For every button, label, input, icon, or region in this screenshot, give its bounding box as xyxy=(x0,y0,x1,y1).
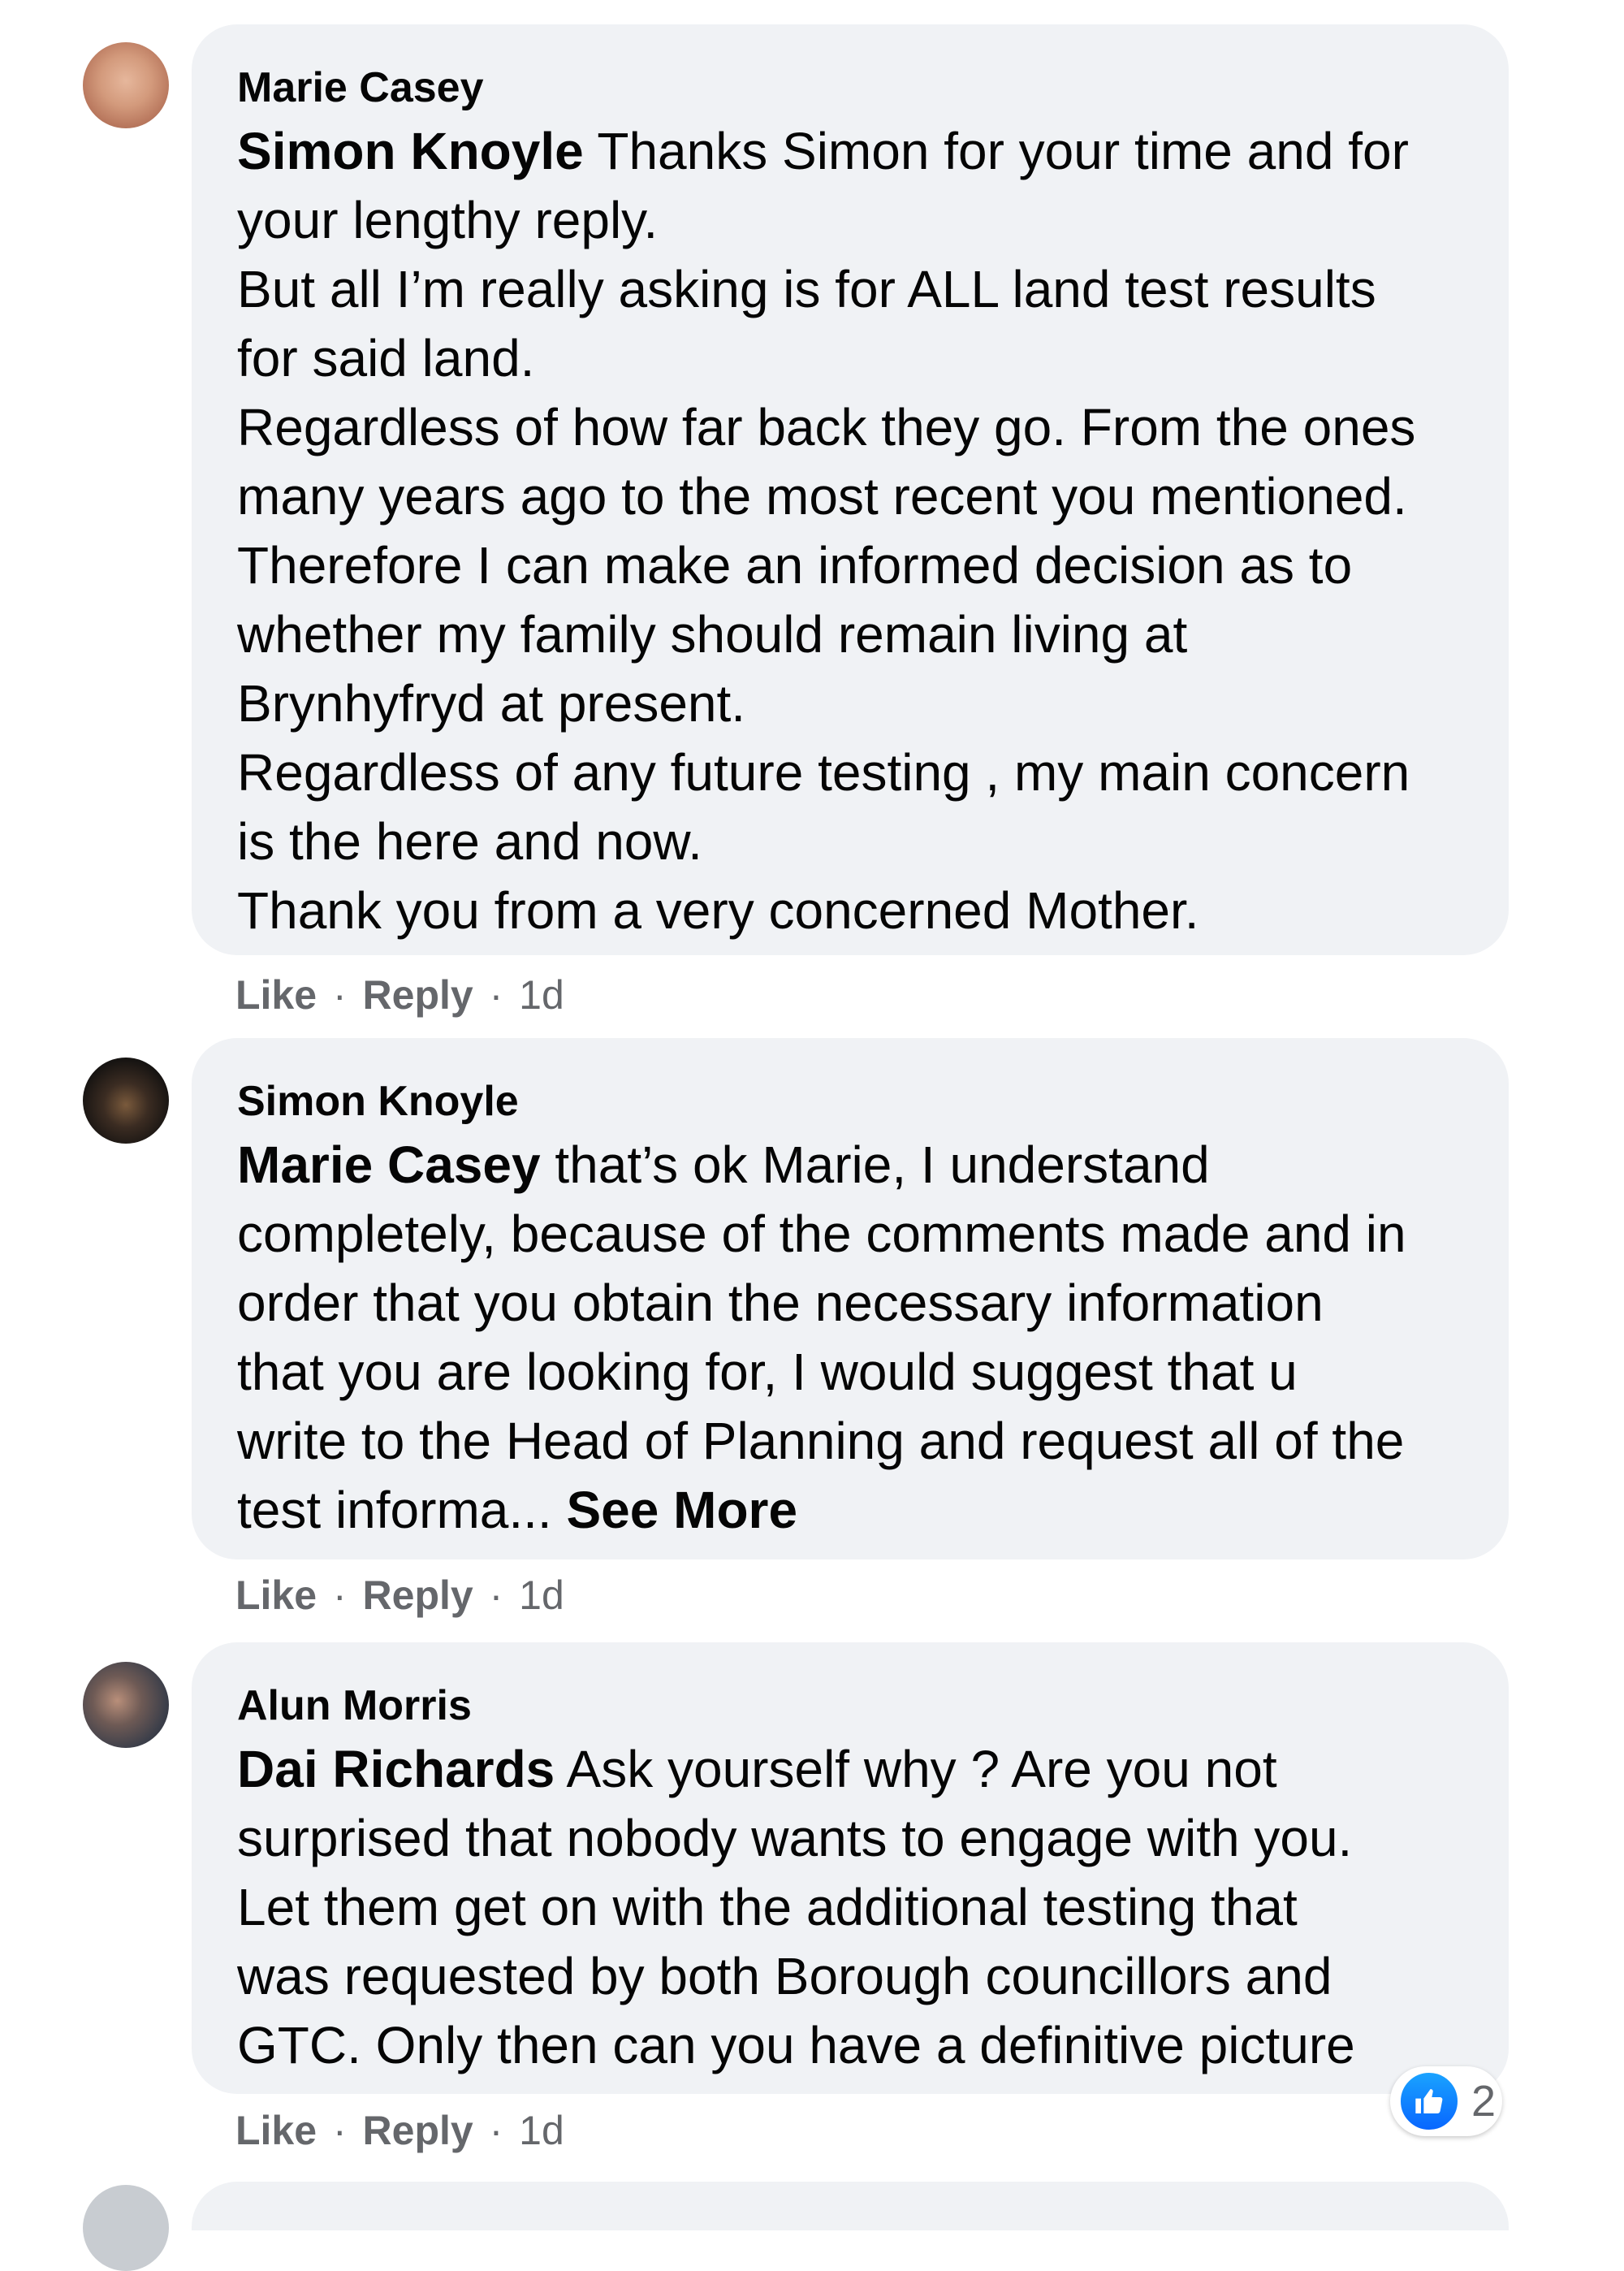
comment-author[interactable]: Marie Casey xyxy=(237,62,1463,114)
reaction-summary[interactable]: 2 xyxy=(1390,2066,1502,2136)
comment-author[interactable]: Alun Morris xyxy=(237,1680,1463,1732)
like-button[interactable]: Like xyxy=(235,2108,317,2153)
comment-line: Therefore I can make an informed decisio… xyxy=(237,536,1353,595)
comment-bubble xyxy=(192,2182,1509,2230)
avatar[interactable] xyxy=(83,1662,169,1748)
mention-link[interactable]: Dai Richards xyxy=(237,1740,555,1798)
comment-line: completely, because of the comments made… xyxy=(237,1205,1406,1263)
comment-line: many years ago to the most recent you me… xyxy=(237,467,1407,526)
comment-line: Thanks Simon for your time and for xyxy=(583,122,1409,180)
comment-text: Dai Richards Ask yourself why ? Are you … xyxy=(237,1735,1463,2080)
comment-line: Regardless of how far back they go. From… xyxy=(237,398,1416,456)
comment-line: Thank you from a very concerned Mother. xyxy=(237,881,1199,940)
timestamp[interactable]: 1d xyxy=(519,2108,564,2153)
comment-line: whether my family should remain living a… xyxy=(237,605,1188,664)
comment-actions: Like · Reply · 1d xyxy=(235,971,564,1019)
comment-line: was requested by both Borough councillor… xyxy=(237,1947,1332,2005)
see-more-link[interactable]: See More xyxy=(566,1481,797,1539)
reply-button[interactable]: Reply xyxy=(363,1572,473,1618)
comment-line: GTC. Only then can you have a definitive… xyxy=(237,2016,1355,2074)
separator-dot: · xyxy=(332,2108,347,2153)
comment-line: that you are looking for, I would sugges… xyxy=(237,1343,1298,1401)
like-button[interactable]: Like xyxy=(235,972,317,1018)
avatar[interactable] xyxy=(83,1058,169,1144)
separator-dot: · xyxy=(489,972,503,1018)
timestamp[interactable]: 1d xyxy=(519,972,564,1018)
comment-bubble: Alun Morris Dai Richards Ask yourself wh… xyxy=(192,1642,1509,2094)
timestamp[interactable]: 1d xyxy=(519,1572,564,1618)
comment-line: Regardless of any future testing , my ma… xyxy=(237,743,1410,802)
separator-dot: · xyxy=(332,972,347,1018)
comment-line: surprised that nobody wants to engage wi… xyxy=(237,1809,1353,1867)
avatar[interactable] xyxy=(83,2185,169,2271)
reply-button[interactable]: Reply xyxy=(363,2108,473,2153)
mention-link[interactable]: Marie Casey xyxy=(237,1136,541,1194)
comment-line: that’s ok Marie, I understand xyxy=(540,1136,1210,1194)
reply-button[interactable]: Reply xyxy=(363,972,473,1018)
comment-line: write to the Head of Planning and reques… xyxy=(237,1412,1405,1470)
comment-author[interactable]: Simon Knoyle xyxy=(237,1075,1463,1127)
comment-line: Let them get on with the additional test… xyxy=(237,1878,1298,1936)
separator-dot: · xyxy=(489,1572,503,1618)
comment-actions: Like · Reply · 1d xyxy=(235,1571,564,1620)
comment-line: Brynhyfryd at present. xyxy=(237,674,746,733)
comment-actions: Like · Reply · 1d xyxy=(235,2106,564,2155)
comment-line: is the here and now. xyxy=(237,812,702,871)
thumbs-up-icon xyxy=(1398,2070,1460,2132)
comment-line: order that you obtain the necessary info… xyxy=(237,1274,1324,1332)
separator-dot: · xyxy=(332,1572,347,1618)
comment-line: But all I’m really asking is for ALL lan… xyxy=(237,260,1376,318)
avatar[interactable] xyxy=(83,42,169,128)
reaction-count: 2 xyxy=(1471,2077,1497,2126)
comment-text: Simon Knoyle Thanks Simon for your time … xyxy=(237,117,1463,945)
comment-text: Marie Casey that’s ok Marie, I understan… xyxy=(237,1131,1463,1545)
comment-bubble: Marie Casey Simon Knoyle Thanks Simon fo… xyxy=(192,24,1509,955)
comment-line: Ask yourself why ? Are you not xyxy=(555,1740,1277,1798)
mention-link[interactable]: Simon Knoyle xyxy=(237,122,584,180)
like-button[interactable]: Like xyxy=(235,1572,317,1618)
separator-dot: · xyxy=(489,2108,503,2153)
comment-line: your lengthy reply. xyxy=(237,191,659,249)
comment-bubble: Simon Knoyle Marie Casey that’s ok Marie… xyxy=(192,1038,1509,1559)
comment-line: test informa... xyxy=(237,1481,567,1539)
comment-line: for said land. xyxy=(237,329,535,387)
